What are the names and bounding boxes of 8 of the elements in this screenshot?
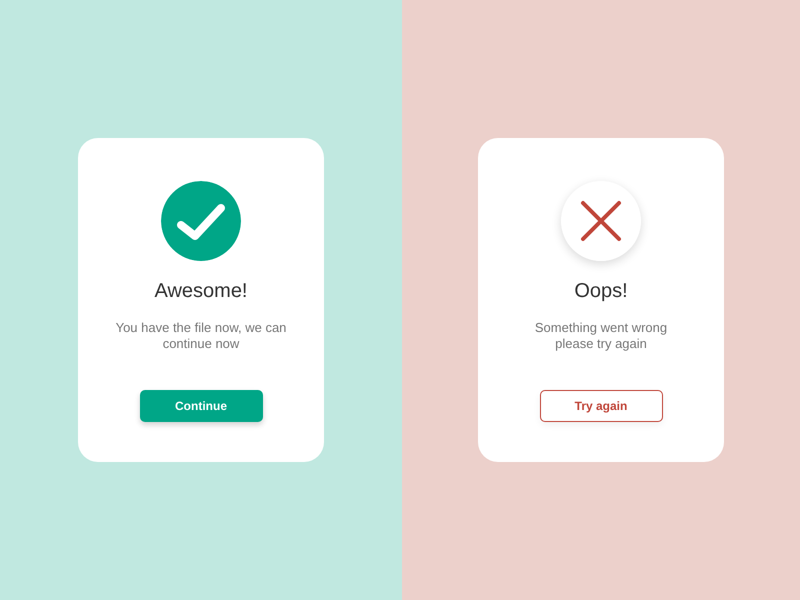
dialog-title: Awesome! xyxy=(154,279,248,303)
dialog-message: Something went wrong please try again xyxy=(534,320,668,352)
close-icon xyxy=(561,181,641,261)
check-icon xyxy=(161,181,241,261)
dialog-message: You have the file now, we can continue now xyxy=(116,320,286,352)
continue-button[interactable]: Continue xyxy=(140,390,262,422)
dialog-title: Oops! xyxy=(574,279,628,303)
retry-button[interactable]: Try again xyxy=(540,390,662,422)
